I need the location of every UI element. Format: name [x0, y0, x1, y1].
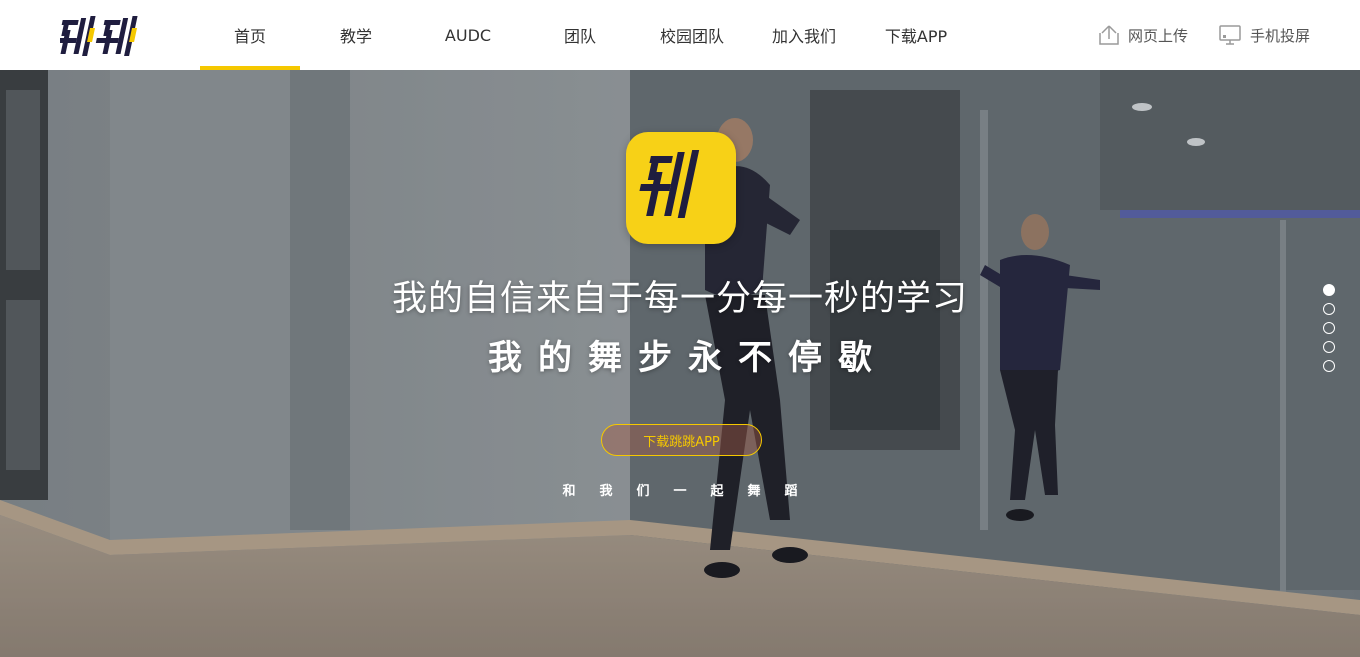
nav-item-teaching[interactable]: 教学: [300, 0, 412, 70]
carousel-dot-1[interactable]: [1323, 284, 1335, 296]
top-navigation-bar: 首页 教学 AUDC 团队 校园团队 加入我们 下载APP 网页上传 手机投屏: [0, 0, 1360, 70]
main-nav: 首页 教学 AUDC 团队 校园团队 加入我们 下载APP: [200, 0, 972, 70]
download-app-button[interactable]: 下载跳跳APP: [601, 424, 762, 456]
nav-item-audc[interactable]: AUDC: [412, 0, 524, 70]
site-logo[interactable]: [53, 14, 144, 60]
carousel-pagination: [1323, 284, 1335, 372]
nav-item-label: 下载APP: [884, 27, 948, 46]
nav-item-join-us[interactable]: 加入我们: [748, 0, 860, 70]
carousel-dot-2[interactable]: [1323, 303, 1335, 315]
header-actions: 网页上传 手机投屏: [1098, 0, 1310, 70]
hero-headline: 我的自信来自于每一分每一秒的学习: [391, 279, 968, 319]
web-upload-link[interactable]: 网页上传: [1098, 24, 1188, 46]
logo-icon: [53, 16, 138, 56]
nav-item-label: AUDC: [444, 25, 492, 45]
nav-item-home[interactable]: 首页: [200, 0, 300, 70]
cast-label: 手机投屏: [1249, 26, 1310, 45]
upload-icon: [1099, 25, 1119, 45]
app-logo-icon: [626, 132, 736, 244]
carousel-dot-5[interactable]: [1323, 360, 1335, 372]
nav-item-label: 首页: [233, 27, 266, 46]
nav-item-label: 加入我们: [771, 27, 836, 46]
nav-item-label: 校园团队: [659, 27, 724, 46]
app-wordmark-icon: [639, 150, 700, 218]
nav-item-campus-team[interactable]: 校园团队: [636, 0, 748, 70]
phone-cast-link[interactable]: 手机投屏: [1218, 24, 1310, 46]
hero-subheadline: 我的舞步永不停歇: [488, 338, 888, 378]
nav-item-label: 团队: [563, 27, 596, 46]
carousel-dot-3[interactable]: [1323, 322, 1335, 334]
nav-item-team[interactable]: 团队: [524, 0, 636, 70]
carousel-dot-4[interactable]: [1323, 341, 1335, 353]
nav-item-label: 教学: [339, 27, 372, 46]
upload-label: 网页上传: [1127, 26, 1188, 45]
nav-item-download-app[interactable]: 下载APP: [860, 0, 972, 70]
monitor-icon: [1219, 25, 1241, 45]
download-app-button-label: 下载跳跳APP: [643, 434, 720, 450]
hero-banner: 我的自信来自于每一分每一秒的学习 我的舞步永不停歇 下载跳跳APP 和我们一起舞…: [0, 70, 1360, 657]
hero-tagline: 和我们一起舞蹈: [562, 484, 822, 499]
